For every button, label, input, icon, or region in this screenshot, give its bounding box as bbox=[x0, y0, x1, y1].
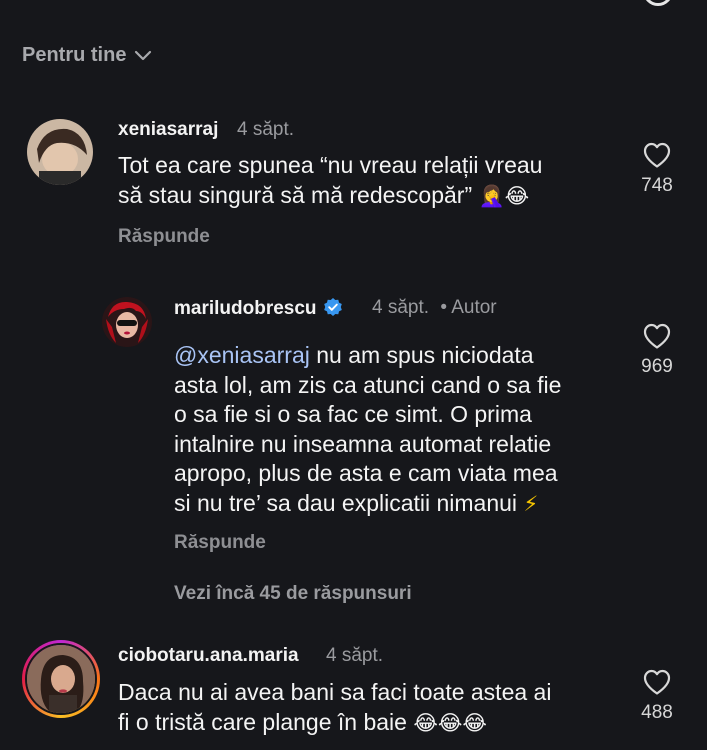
comments-screen: Pentru tine xeniasarraj 4 săpt. Tot ea c… bbox=[0, 0, 707, 750]
comment-text-content: nu am spus niciodata asta lol, am zis ca… bbox=[174, 342, 562, 516]
comment-emojis: 😂😂😂 bbox=[413, 710, 487, 735]
avatar bbox=[25, 643, 97, 715]
comment-emojis: 🤦‍♀️😂 bbox=[478, 183, 530, 208]
heart-outline-icon bbox=[643, 323, 671, 349]
like-count: 488 bbox=[641, 702, 673, 723]
like-button[interactable]: 748 bbox=[637, 141, 677, 197]
author-tag: • Autor bbox=[440, 297, 497, 318]
avatar[interactable] bbox=[27, 119, 93, 185]
view-more-replies-button[interactable]: Vezi încă 45 de răspunsuri bbox=[174, 583, 412, 605]
close-icon[interactable] bbox=[643, 0, 673, 6]
like-button[interactable]: 488 bbox=[637, 668, 677, 724]
mention-link[interactable]: @xeniasarraj bbox=[174, 342, 310, 368]
heart-outline-icon bbox=[643, 669, 671, 695]
comment-text: @xeniasarraj nu am spus niciodata asta l… bbox=[174, 341, 614, 519]
like-button[interactable]: 969 bbox=[637, 322, 677, 378]
like-count: 748 bbox=[641, 175, 673, 196]
comment-time: 4 săpt. • Autor bbox=[372, 297, 497, 319]
chevron-down-icon bbox=[135, 50, 152, 60]
comment-username[interactable]: xeniasarraj bbox=[118, 119, 218, 141]
filter-label: Pentru tine bbox=[22, 44, 127, 66]
avatar-story-ring[interactable] bbox=[22, 640, 100, 718]
comment-time: 4 săpt. bbox=[237, 119, 295, 140]
comment-username-text: mariludobrescu bbox=[174, 298, 317, 319]
comment-text: Tot ea care spunea “nu vreau relații vre… bbox=[118, 151, 618, 211]
like-count: 969 bbox=[641, 356, 673, 377]
avatar[interactable] bbox=[102, 297, 152, 347]
reply-button[interactable]: Răspunde bbox=[174, 532, 266, 554]
comment-username[interactable]: mariludobrescu bbox=[174, 297, 343, 320]
comment-time-text: 4 săpt. bbox=[372, 297, 430, 318]
comment-text: Daca nu ai avea bani sa faci toate astea… bbox=[118, 678, 638, 738]
verified-badge-icon bbox=[323, 298, 342, 316]
reply-button[interactable]: Răspunde bbox=[118, 226, 210, 248]
comment-emojis: ⚡ bbox=[523, 491, 539, 516]
comment-time: 4 săpt. bbox=[326, 645, 384, 666]
filter-dropdown[interactable]: Pentru tine bbox=[22, 44, 152, 67]
comment-username[interactable]: ciobotaru.ana.maria bbox=[118, 645, 299, 667]
heart-outline-icon bbox=[643, 142, 671, 168]
